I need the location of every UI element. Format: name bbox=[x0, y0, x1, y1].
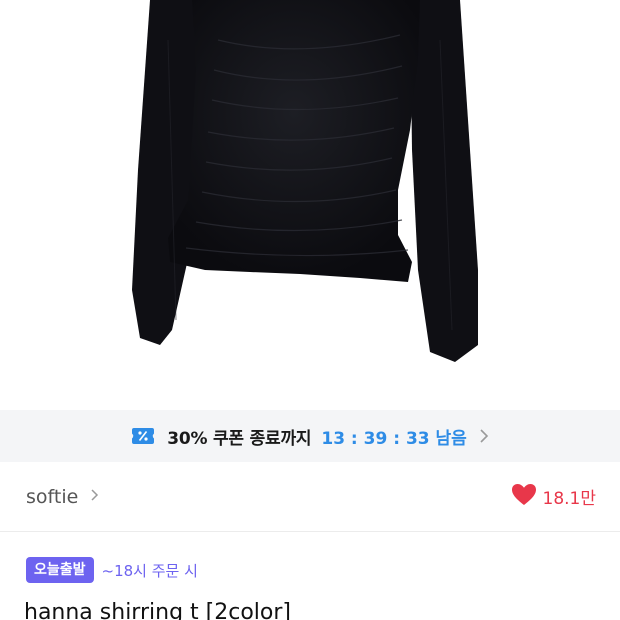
shop-name: softie bbox=[26, 485, 79, 508]
chevron-right-icon bbox=[90, 487, 99, 506]
coupon-ticket-icon bbox=[131, 427, 155, 445]
coupon-banner[interactable]: 30% 쿠폰 종료까지 13 : 39 : 33 남음 bbox=[0, 410, 620, 462]
coupon-label: 30% 쿠폰 종료까지 bbox=[167, 428, 312, 449]
product-image[interactable] bbox=[0, 0, 620, 410]
shop-row: softie 18.1만 bbox=[0, 462, 620, 532]
like-button[interactable]: 18.1만 bbox=[511, 483, 597, 510]
same-day-badge: 오늘출발 bbox=[26, 557, 94, 583]
delivery-cutoff-note: ~18시 주문 시 bbox=[101, 561, 198, 580]
heart-icon bbox=[511, 483, 537, 510]
coupon-countdown: 13 : 39 : 33 남음 bbox=[321, 428, 467, 449]
delivery-info: 오늘출발 ~18시 주문 시 bbox=[26, 556, 198, 584]
like-count: 18.1만 bbox=[542, 489, 597, 509]
chevron-right-icon bbox=[479, 428, 489, 444]
shop-link[interactable]: softie bbox=[26, 486, 99, 508]
product-title: hanna shirring t [2color] bbox=[24, 600, 291, 620]
